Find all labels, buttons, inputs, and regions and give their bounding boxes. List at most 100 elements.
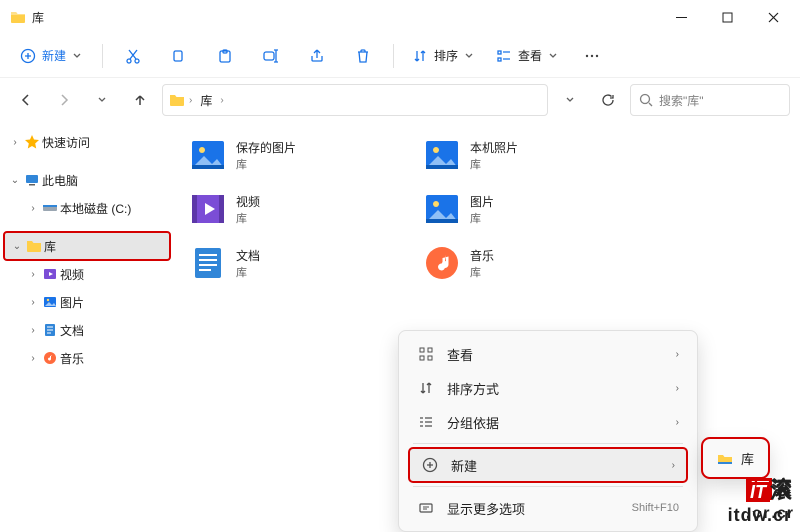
chevron-right-icon: ›: [189, 95, 192, 106]
video-icon: [42, 266, 58, 282]
recent-button[interactable]: [86, 84, 118, 116]
grid-icon: [417, 346, 435, 362]
expand-icon[interactable]: ›: [26, 353, 40, 364]
sidebar-item-label: 图片: [60, 294, 84, 311]
shortcut-text: Shift+F10: [632, 502, 679, 514]
ctx-sort[interactable]: 排序方式 ›: [405, 371, 691, 405]
view-label: 查看: [518, 47, 542, 64]
minimize-button[interactable]: [658, 1, 704, 33]
item-name: 本机照片: [470, 139, 518, 156]
separator: [393, 44, 394, 68]
music-icon: [42, 350, 58, 366]
up-button[interactable]: [124, 84, 156, 116]
maximize-button[interactable]: [704, 1, 750, 33]
chevron-down-icon: [464, 51, 474, 61]
video-icon: [188, 189, 228, 229]
ctx-new[interactable]: 新建 ›: [409, 448, 687, 482]
rename-button[interactable]: [251, 39, 291, 73]
back-button[interactable]: [10, 84, 42, 116]
library-item-saved-pictures[interactable]: 保存的图片库: [186, 130, 416, 180]
expand-icon[interactable]: ›: [26, 325, 40, 336]
sidebar-videos[interactable]: › 视频: [2, 260, 172, 288]
drive-icon: [42, 200, 58, 216]
expand-icon[interactable]: ›: [26, 269, 40, 280]
ctx-label: 分组依据: [447, 413, 499, 432]
ctx-label: 新建: [451, 456, 477, 475]
chevron-right-icon: ›: [672, 460, 675, 471]
forward-button[interactable]: [48, 84, 80, 116]
chevron-right-icon: ›: [676, 349, 679, 360]
library-item-documents[interactable]: 文档库: [186, 238, 416, 288]
item-type: 库: [236, 156, 296, 172]
music-icon: [422, 243, 462, 283]
more-icon: [417, 500, 435, 516]
document-icon: [42, 322, 58, 338]
expand-icon[interactable]: ›: [26, 297, 40, 308]
expand-icon[interactable]: ›: [8, 137, 22, 148]
item-type: 库: [470, 210, 494, 226]
picture-icon: [42, 294, 58, 310]
delete-button[interactable]: [343, 39, 383, 73]
sidebar-local-disk[interactable]: › 本地磁盘 (C:): [2, 194, 172, 222]
folder-icon: [10, 9, 26, 25]
chevron-right-icon: ›: [676, 417, 679, 428]
sidebar-libraries[interactable]: ⌄ 库: [4, 232, 170, 260]
pc-icon: [24, 172, 40, 188]
picture-icon: [188, 135, 228, 175]
search-box[interactable]: 搜索"库": [630, 84, 790, 116]
breadcrumb[interactable]: 库: [196, 90, 216, 111]
chevron-right-icon: ›: [676, 383, 679, 394]
sidebar-item-label: 视频: [60, 266, 84, 283]
separator: [413, 486, 683, 487]
address-bar[interactable]: › 库 ›: [162, 84, 548, 116]
sidebar-music[interactable]: › 音乐: [2, 344, 172, 372]
refresh-button[interactable]: [592, 84, 624, 116]
document-icon: [188, 243, 228, 283]
library-item-videos[interactable]: 视频库: [186, 184, 416, 234]
sidebar-item-label: 文档: [60, 322, 84, 339]
sidebar-item-label: 快速访问: [42, 134, 90, 151]
expand-icon[interactable]: ›: [26, 203, 40, 214]
view-button[interactable]: 查看: [488, 39, 566, 73]
library-item-music[interactable]: 音乐库: [420, 238, 650, 288]
separator: [413, 443, 683, 444]
ctx-view[interactable]: 查看 ›: [405, 337, 691, 371]
library-item-pictures[interactable]: 图片库: [420, 184, 650, 234]
item-type: 库: [236, 264, 260, 280]
more-button[interactable]: [572, 39, 612, 73]
chevron-down-icon: [548, 51, 558, 61]
submenu-label: 库: [741, 449, 754, 468]
folder-icon: [169, 92, 185, 108]
item-name: 图片: [470, 193, 494, 210]
item-type: 库: [470, 264, 494, 280]
sort-icon: [417, 380, 435, 396]
collapse-icon[interactable]: ⌄: [10, 241, 24, 252]
new-button[interactable]: 新建: [10, 39, 92, 73]
collapse-icon[interactable]: ⌄: [8, 175, 22, 186]
close-button[interactable]: [750, 1, 796, 33]
sort-button[interactable]: 排序: [404, 39, 482, 73]
library-item-camera-roll[interactable]: 本机照片库: [420, 130, 650, 180]
cut-button[interactable]: [113, 39, 153, 73]
picture-icon: [422, 135, 462, 175]
ctx-more-options[interactable]: 显示更多选项 Shift+F10: [405, 491, 691, 525]
nav-row: › 库 › 搜索"库": [0, 78, 800, 122]
chevron-down-icon: [72, 51, 82, 61]
plus-icon: [421, 457, 439, 473]
sidebar-this-pc[interactable]: ⌄ 此电脑: [2, 166, 172, 194]
share-button[interactable]: [297, 39, 337, 73]
item-type: 库: [470, 156, 518, 172]
sidebar-item-label: 此电脑: [42, 172, 78, 189]
paste-button[interactable]: [205, 39, 245, 73]
sidebar-pictures[interactable]: › 图片: [2, 288, 172, 316]
submenu-library[interactable]: 库: [707, 443, 764, 473]
picture-icon: [422, 189, 462, 229]
toolbar: 新建 排序 查看: [0, 34, 800, 78]
ctx-group[interactable]: 分组依据 ›: [405, 405, 691, 439]
addr-dropdown-button[interactable]: [554, 84, 586, 116]
copy-button[interactable]: [159, 39, 199, 73]
sidebar-quick-access[interactable]: › 快速访问: [2, 128, 172, 156]
library-icon: [717, 450, 733, 466]
watermark-text: IT滚 itdw.cr: [728, 473, 792, 526]
sidebar-documents[interactable]: › 文档: [2, 316, 172, 344]
